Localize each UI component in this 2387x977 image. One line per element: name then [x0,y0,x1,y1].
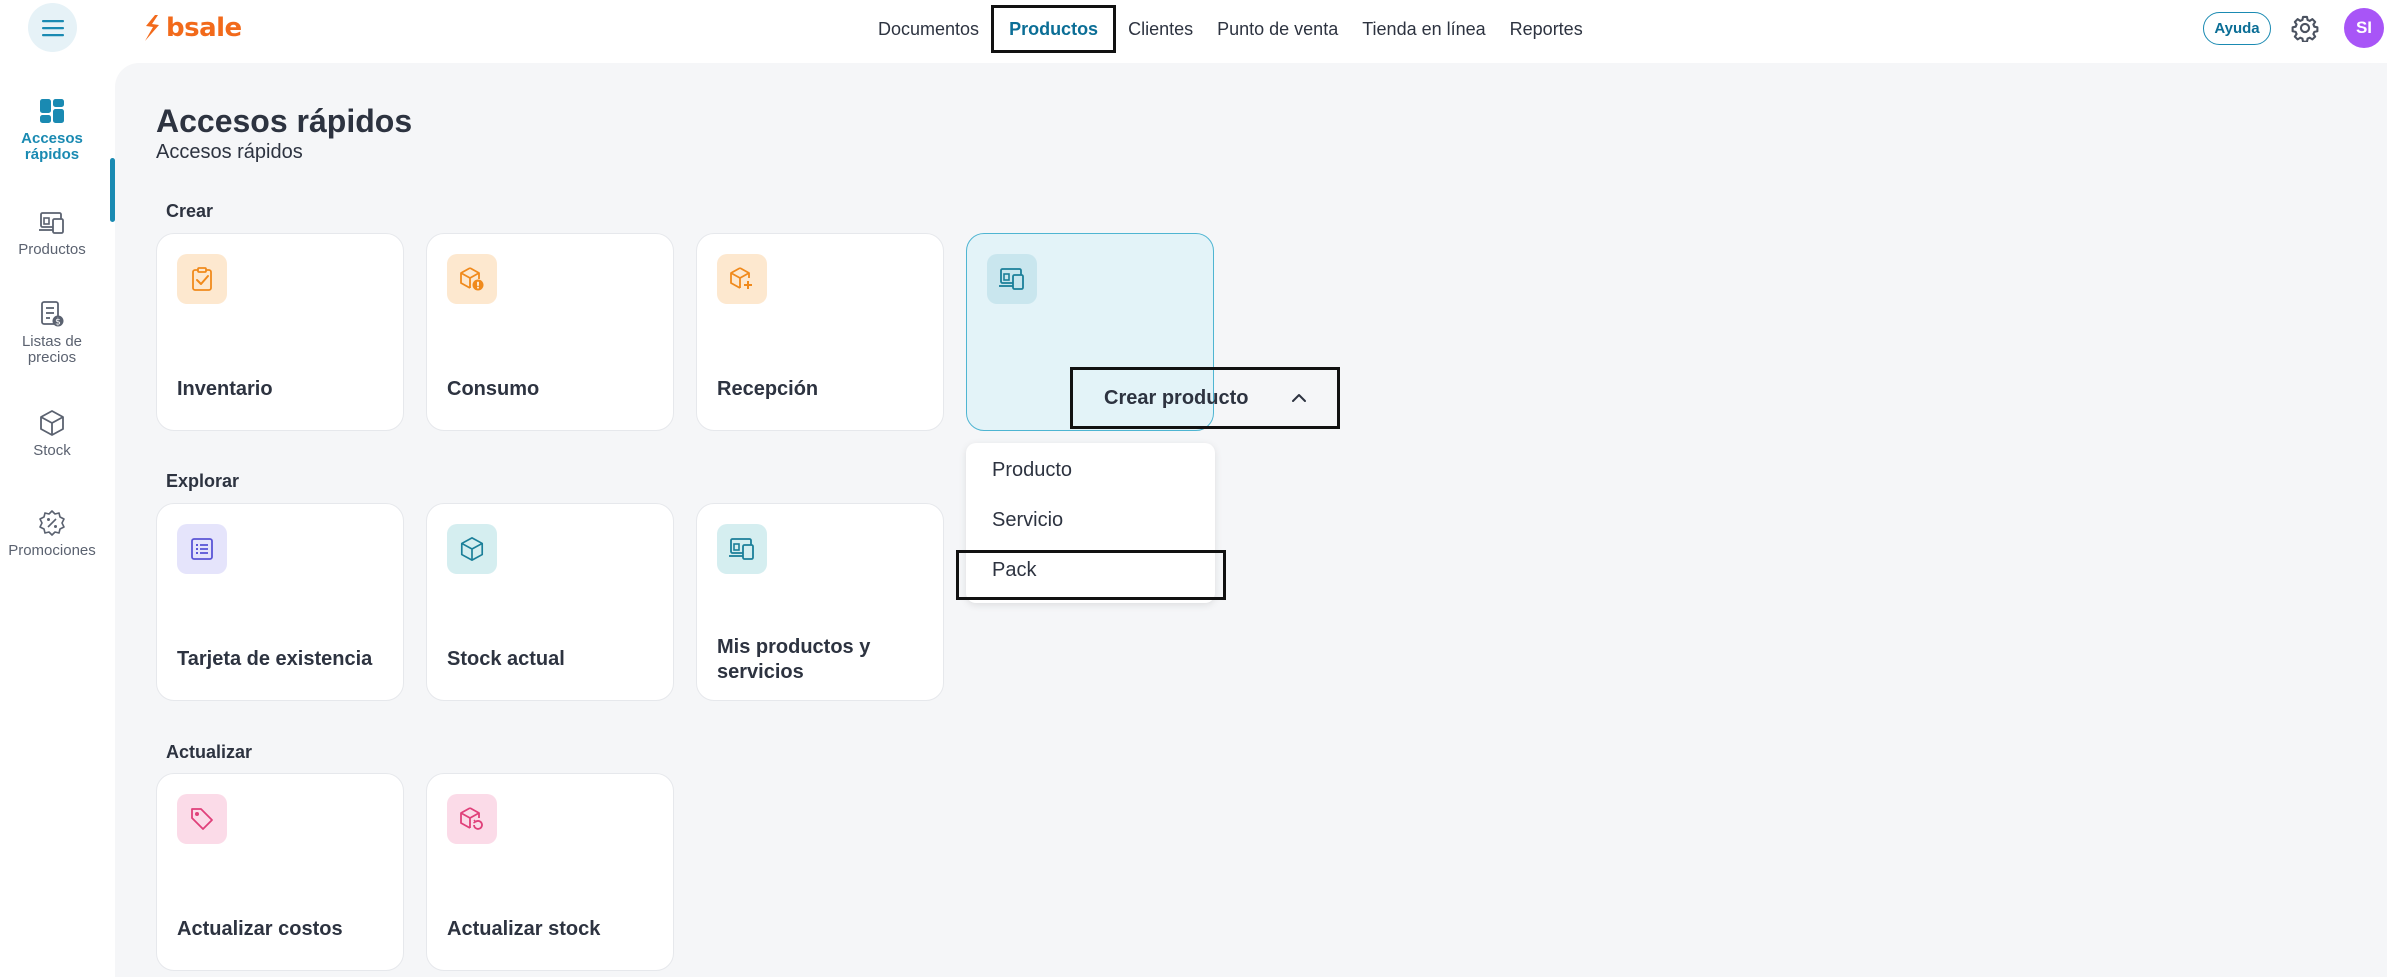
card-title: Consumo [447,378,540,400]
card-consumo[interactable]: Consumo [426,233,674,431]
card-inventario[interactable]: Inventario [156,233,404,431]
menu-item-pack-highlight [956,550,1226,600]
card-tarjeta-de-existencia[interactable]: Tarjeta de existencia [156,503,404,701]
dashboard-icon [40,99,64,123]
percent-badge-icon [39,510,65,536]
cube-icon [40,410,64,436]
chevron-up-icon [1292,394,1306,402]
products-icon [39,212,64,234]
settings-button[interactable] [2290,13,2320,43]
card-title: Stock actual [447,648,565,670]
sidebar-item-promociones[interactable]: Promociones [0,509,104,559]
box-plus-icon [730,267,752,289]
sidebar-item-label: Listas de precios [21,333,83,366]
nav-documentos[interactable]: Documentos [866,5,991,53]
hamburger-icon [41,19,64,36]
card-title: Actualizar costos [177,918,343,940]
page-title: Accesos rápidos [156,103,413,139]
nav-tienda-en-linea[interactable]: Tienda en línea [1350,5,1497,53]
help-button[interactable]: Ayuda [2203,12,2271,45]
user-avatar[interactable]: SI [2344,8,2384,48]
sidebar-item-accesos-rapidos[interactable]: Accesos rápidos [0,97,104,163]
gear-icon [2291,15,2319,42]
card-recepcion[interactable]: Recepción [696,233,944,431]
card-title: Actualizar stock [447,918,601,940]
top-bar: bsale Documentos Productos Clientes Punt… [0,0,2387,57]
sidebar: Accesos rápidos Productos $ Listas de pr… [0,57,115,977]
products-icon [729,538,754,560]
sidebar-item-label: Productos [18,241,86,258]
card-mis-productos-y-servicios[interactable]: Mis productos y servicios [696,503,944,701]
page-subtitle: Accesos rápidos [156,141,303,163]
list-card-icon [191,538,213,560]
cube-icon [460,537,484,561]
sidebar-item-label: Stock [33,442,71,459]
sidebar-item-label: Promociones [8,542,96,559]
section-label-crear: Crear [166,201,214,221]
sidebar-item-productos[interactable]: Productos [0,210,104,258]
card-actualizar-stock[interactable]: Actualizar stock [426,773,674,971]
card-actualizar-costos[interactable]: Actualizar costos [156,773,404,971]
nav-clientes[interactable]: Clientes [1116,5,1205,53]
card-title: Mis productos y servicios [717,636,871,683]
nav-punto-de-venta[interactable]: Punto de venta [1205,5,1350,53]
tag-icon [191,808,213,830]
clipboard-check-icon [192,267,212,291]
brand-name: bsale [166,13,242,43]
price-list-icon: $ [41,301,64,328]
main-content: Accesos rápidos Accesos rápidos Crear In… [115,63,2387,977]
card-title: Inventario [177,378,273,400]
card-title: Tarjeta de existencia [177,648,373,670]
hamburger-menu-button[interactable] [28,3,77,52]
card-title: Recepción [717,378,819,400]
menu-item-producto[interactable]: Producto [992,459,1072,482]
products-icon [999,268,1024,290]
sidebar-item-stock[interactable]: Stock [0,409,104,459]
main-nav: Documentos Productos Clientes Punto de v… [866,0,1595,57]
svg-text:$: $ [55,318,61,328]
menu-item-servicio[interactable]: Servicio [992,509,1063,532]
sidebar-item-listas-de-precios[interactable]: $ Listas de precios [0,300,104,366]
card-title: Crear producto [1104,386,1249,409]
brand-logo[interactable]: bsale [142,12,242,44]
section-label-actualizar: Actualizar [166,742,253,762]
card-stock-actual[interactable]: Stock actual [426,503,674,701]
box-refresh-icon [460,807,483,830]
section-label-explorar: Explorar [166,471,240,491]
box-alert-icon [460,267,484,291]
crear-producto-dropdown-toggle[interactable]: Crear producto [1070,367,1340,429]
nav-productos[interactable]: Productos [991,4,1117,53]
sidebar-item-label: Accesos rápidos [21,130,83,163]
nav-reportes[interactable]: Reportes [1498,5,1595,53]
bsale-logo-icon [145,15,159,41]
